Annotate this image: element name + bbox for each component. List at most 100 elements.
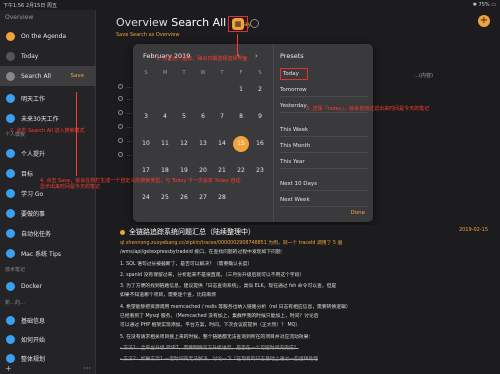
sidebar-item-personal-growth[interactable]: 个人提升 [0,143,96,163]
weekday-label: T [182,70,186,76]
note-line[interactable]: /wms/api/getexpressbytradeid 接口，在查找问题的过程… [120,248,285,255]
sidebar-item-label: 明天工作 [21,95,46,103]
note-line[interactable]: 已经看到了 Mysql 服务。（Memcached 没有加上，集群伴我的时候只能… [120,312,319,319]
calendar-day[interactable]: 26 [175,190,193,205]
sidebar-item-label: Search All [21,72,51,80]
sidebar-item-on-the-agenda[interactable]: On the Agenda [0,26,96,46]
calendar-day[interactable]: 20 [194,163,212,178]
calendar-day[interactable]: 12 [175,136,193,151]
list-item[interactable]: … [118,138,132,144]
project-icon [6,281,15,291]
weekday-label: S [258,70,262,76]
list-item[interactable]: … [118,152,132,158]
sidebar-item-tomorrow-work[interactable]: 明天工作 [0,88,96,108]
sidebar-item-label: 未来30天工作 [21,115,59,123]
calendar-day[interactable]: 16 [251,136,269,151]
calendar-day[interactable]: 21 [213,163,231,178]
sidebar-item-today[interactable]: Today [0,46,96,66]
note-line[interactable]: 如果不知道哪个项目，需要逐个查，比较麻烦 [120,291,216,298]
preset-today[interactable]: Today [280,68,308,80]
calendar-day[interactable]: 9 [251,109,269,124]
sidebar-item-basic-info[interactable]: 基础信息 [0,310,96,330]
calendar-day[interactable]: 27 [194,190,212,205]
note-line[interactable]: 5. 在没有请求相关项目接上来的时候，整个链路都无法查询到所在的项目并对应流动效… [120,333,313,340]
note-title[interactable]: 全链路追踪系统问题汇总（陆续整理中） [120,227,255,237]
calendar-day[interactable]: 23 [251,163,269,178]
calendar-day[interactable]: 19 [175,163,193,178]
project-icon [6,228,15,238]
preset-this-month[interactable]: This Month [280,140,368,153]
project-icon [6,248,15,258]
sidebar-item-docker[interactable]: Docker [0,276,96,296]
sidebar-item-search-all[interactable]: Search All Save [0,66,96,86]
sidebar-item-mac-tips[interactable]: Mac 系统 Tips [0,243,96,263]
calendar-day[interactable]: 6 [194,109,212,124]
focus-icon[interactable] [250,19,259,28]
project-icon [6,168,15,178]
sidebar-item-how-to-start[interactable]: 如何开始 [0,329,96,349]
calendar-day[interactable]: 28 [213,190,231,205]
annotation-step2: 2. 点击 Search All 进入搜索模式 [10,128,85,134]
save-search-button[interactable]: Save [70,73,84,79]
sidebar-item-todo[interactable]: 要做的事 [0,203,96,223]
calendar-day[interactable]: 10 [137,136,155,151]
calendar-day[interactable]: 11 [156,136,174,151]
preset-this-year[interactable]: This Year [280,156,368,169]
calendar-day[interactable]: 7 [213,109,231,124]
calendar-day[interactable]: 22 [232,163,250,178]
sidebar-item-label: 基础信息 [21,317,46,325]
title-search-all: Search All [171,16,227,29]
note-line[interactable]: 可以通过 PHP 框架实现添加。平台方案，时间，下次会议前提供（正大然）？ MQ… [120,321,300,328]
date-picker-popover: February 2019 ‹ › SMTWTFS 1 2 3 4 5 6 7 8 9 10 11 1… [133,44,373,222]
save-search-link[interactable]: Save Search as Overview [116,32,179,38]
preset-next-week[interactable]: Next Week [280,194,368,207]
calendar-day-selected[interactable]: 15 [233,136,249,152]
note-line[interactable]: 3. 为了方便的找到链路信息，建议提供「日志查询系统」，类似 ELK。现在通过 … [120,282,336,289]
weekday-label: F [239,70,243,76]
calendar-day[interactable]: 24 [137,190,155,205]
note-line[interactable]: 1. SQL 语句过长被截断了，是否可以解决？（需要确认长度） [120,260,252,267]
sidebar-item-automation[interactable]: 自动化任务 [0,223,96,243]
note-line[interactable]: ql shennong.zuoyebang.cc/zipkin/traces/0… [120,239,342,246]
list-item[interactable]: … [118,84,132,90]
sidebar-item-next-30-days[interactable]: 未来30天工作 [0,108,96,128]
list-item[interactable]: … [118,96,132,102]
annotation-step4: 4. 点击 Save，就会在侧栏生成一个自定义的搜索类型，与 Today 下一次… [40,178,241,190]
done-button[interactable]: Done [351,210,365,216]
note-line[interactable]: 2. spanId 没有保留过来，分析起来不是很直观。（三月份升级后就可以不用这… [120,271,304,278]
list-item[interactable]: … [118,110,132,116]
calendar-day[interactable]: 4 [156,109,174,124]
preset-tomorrow[interactable]: Tomorrow [280,84,368,97]
note-line[interactable]: 4. 希望能够把资源调用 memcached / redis 等服务也纳入链路分… [120,303,351,310]
sidebar: Overview On the Agenda Today Search All … [0,10,96,374]
calendar-day[interactable]: 14 [213,136,231,151]
sidebar-footer: + ··· [0,362,96,374]
list-item: …(内容) [414,73,433,79]
calendar-day[interactable]: 8 [232,109,250,124]
add-button[interactable]: + [478,15,490,27]
main-panel: Overview Search All Today ▦ + Save Searc… [10,10,500,374]
list-item[interactable]: … [118,124,132,130]
note-line[interactable]: - 方法2：如果方案1 一定时间内无法解决，讨论一下「在现有的日志基础上通过一些… [120,355,318,362]
preset-next-10-days[interactable]: Next 10 Days [280,178,368,191]
project-icon [6,113,15,123]
today-icon [6,51,15,61]
calendar-day[interactable]: 2 [251,82,269,97]
add-project-button[interactable]: + [5,364,12,373]
agenda-icon [6,31,15,41]
sidebar-item-label: 如何开始 [21,336,46,344]
calendar-day[interactable]: 3 [137,109,155,124]
calendar-day[interactable]: 18 [156,163,174,178]
preset-this-week[interactable]: This Week [280,124,368,137]
calendar-day[interactable]: 1 [232,82,250,97]
calendar-day[interactable]: 13 [194,136,212,151]
more-options-button[interactable]: ··· [83,364,91,373]
calendar-day[interactable]: 17 [137,163,155,178]
status-battery: ✱ 75% ▭ [472,2,496,8]
sidebar-item-label: Mac 系统 Tips [21,250,62,258]
note-line[interactable]: - 方法1：全平台升级 PHP7，需要明确双方升级进度，是否在一个可控时间内完成… [120,344,299,351]
calendar-day[interactable]: 25 [156,190,174,205]
calendar-day[interactable]: 5 [175,109,193,124]
project-icon [6,208,15,218]
annotation-step3: 3. 选择「today」，就会自动过滤出来时间是今天的笔记 [306,106,430,112]
